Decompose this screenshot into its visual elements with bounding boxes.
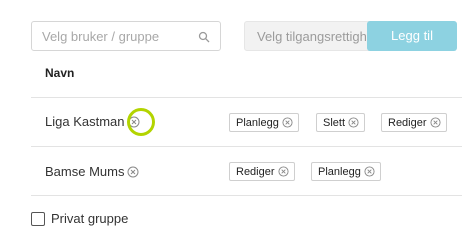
table-row: Bamse Mums <box>45 164 139 179</box>
divider <box>31 97 462 98</box>
row-name: Liga Kastman <box>45 114 125 129</box>
private-group-checkbox[interactable] <box>31 212 45 226</box>
chip-label: Planlegg <box>236 116 279 129</box>
search-icon <box>198 31 210 43</box>
chip-label: Rediger <box>236 165 275 178</box>
chip-label: Planlegg <box>318 165 361 178</box>
chip-label: Rediger <box>388 116 427 129</box>
private-group-label: Privat gruppe <box>51 211 129 226</box>
permission-chip[interactable]: Planlegg <box>229 113 299 132</box>
remove-icon[interactable] <box>364 166 375 177</box>
permission-chip[interactable]: Rediger <box>381 113 447 132</box>
remove-icon[interactable] <box>277 166 289 177</box>
remove-icon[interactable] <box>282 117 293 128</box>
search-input[interactable]: Velg bruker / gruppe <box>31 21 221 51</box>
highlight-ring <box>127 108 155 136</box>
row-name: Bamse Mums <box>45 164 125 179</box>
remove-icon[interactable] <box>348 117 359 128</box>
chip-label: Slett <box>323 116 346 129</box>
permission-chip[interactable]: Rediger <box>229 162 295 181</box>
divider <box>31 195 462 196</box>
permission-placeholder: Velg tilgangsrettigheter <box>257 29 371 44</box>
column-header-name: Navn <box>45 66 75 80</box>
search-placeholder: Velg bruker / gruppe <box>42 29 160 44</box>
remove-icon[interactable] <box>127 166 139 178</box>
divider <box>31 146 462 147</box>
table-row: Liga Kastman <box>45 114 140 129</box>
remove-icon[interactable] <box>429 117 441 128</box>
permission-chip[interactable]: Slett <box>316 113 366 132</box>
permission-chip[interactable]: Planlegg <box>311 162 381 181</box>
permission-select[interactable]: Velg tilgangsrettigheter <box>244 21 372 51</box>
add-button[interactable]: Legg til <box>367 21 457 51</box>
